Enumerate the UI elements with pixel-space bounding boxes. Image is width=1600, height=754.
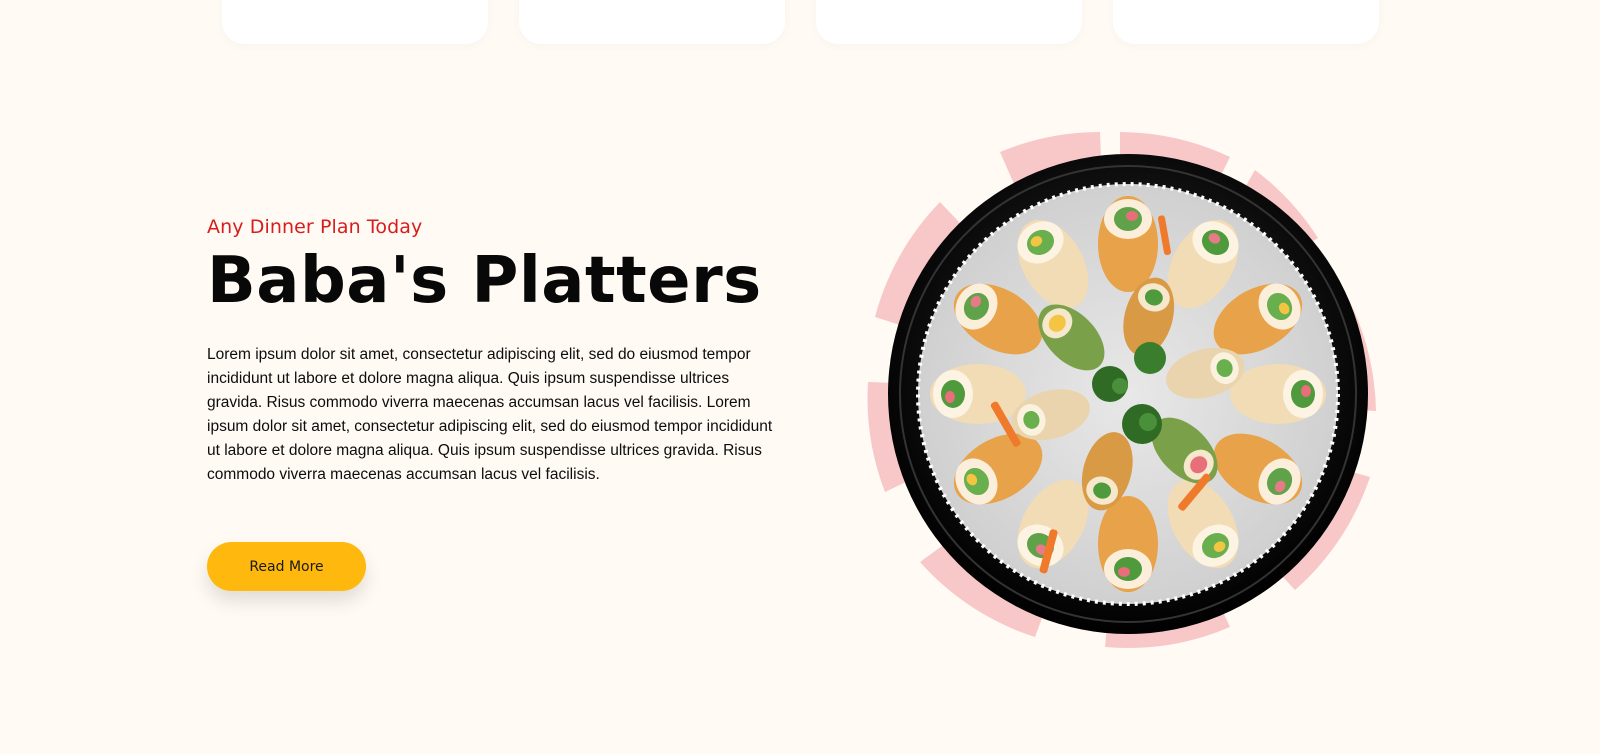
page-title: Baba's Platters [207,244,762,318]
read-more-button[interactable]: Read More [207,542,366,591]
top-card-row [0,0,1600,60]
hero-eyebrow: Any Dinner Plan Today [207,216,423,238]
hero-text-section: Any Dinner Plan Today Baba's Platters Lo… [207,216,787,487]
platter-image [840,112,1400,672]
top-card[interactable] [519,0,785,44]
top-card[interactable] [222,0,488,44]
platter-illustration [867,132,1376,648]
top-card[interactable] [1113,0,1379,44]
hero-description: Lorem ipsum dolor sit amet, consectetur … [207,346,773,484]
top-card[interactable] [816,0,1082,44]
